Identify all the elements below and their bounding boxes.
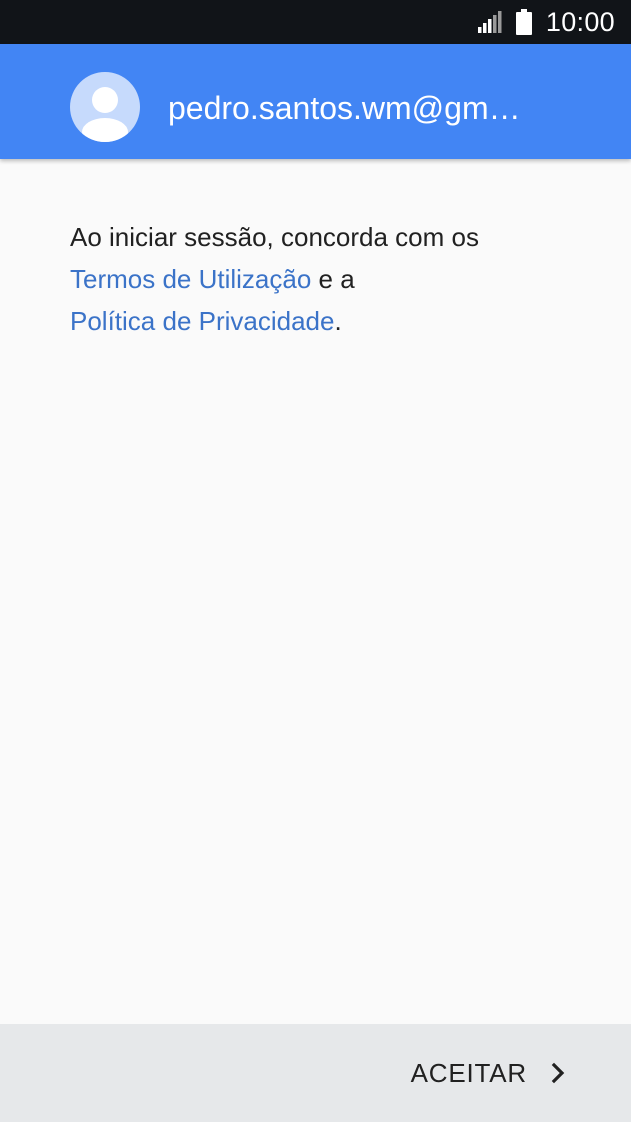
accept-label: ACEITAR <box>410 1057 527 1088</box>
status-indicators: 10:00 <box>477 0 615 44</box>
footer-bar: ACEITAR <box>0 1024 631 1122</box>
privacy-policy-link[interactable]: Política de Privacidade <box>70 306 334 336</box>
person-icon <box>82 87 128 142</box>
terms-of-use-link[interactable]: Termos de Utilização <box>70 264 311 294</box>
avatar <box>70 72 140 142</box>
status-time: 10:00 <box>545 6 615 37</box>
account-header: pedro.santos.wm@gm… <box>0 44 631 159</box>
accept-button[interactable]: ACEITAR <box>411 1048 565 1098</box>
account-email: pedro.santos.wm@gm… <box>168 90 521 126</box>
terms-intro: Ao iniciar sessão, concorda com os <box>70 222 479 252</box>
status-bar: 10:00 <box>0 0 631 44</box>
terms-conjunction: e a <box>311 264 355 294</box>
terms-agreement: Ao iniciar sessão, concorda com os Termo… <box>70 216 590 342</box>
battery-icon <box>515 9 532 35</box>
chevron-right-icon <box>551 1062 565 1084</box>
signal-icon <box>477 11 502 33</box>
terms-end: . <box>334 306 342 336</box>
